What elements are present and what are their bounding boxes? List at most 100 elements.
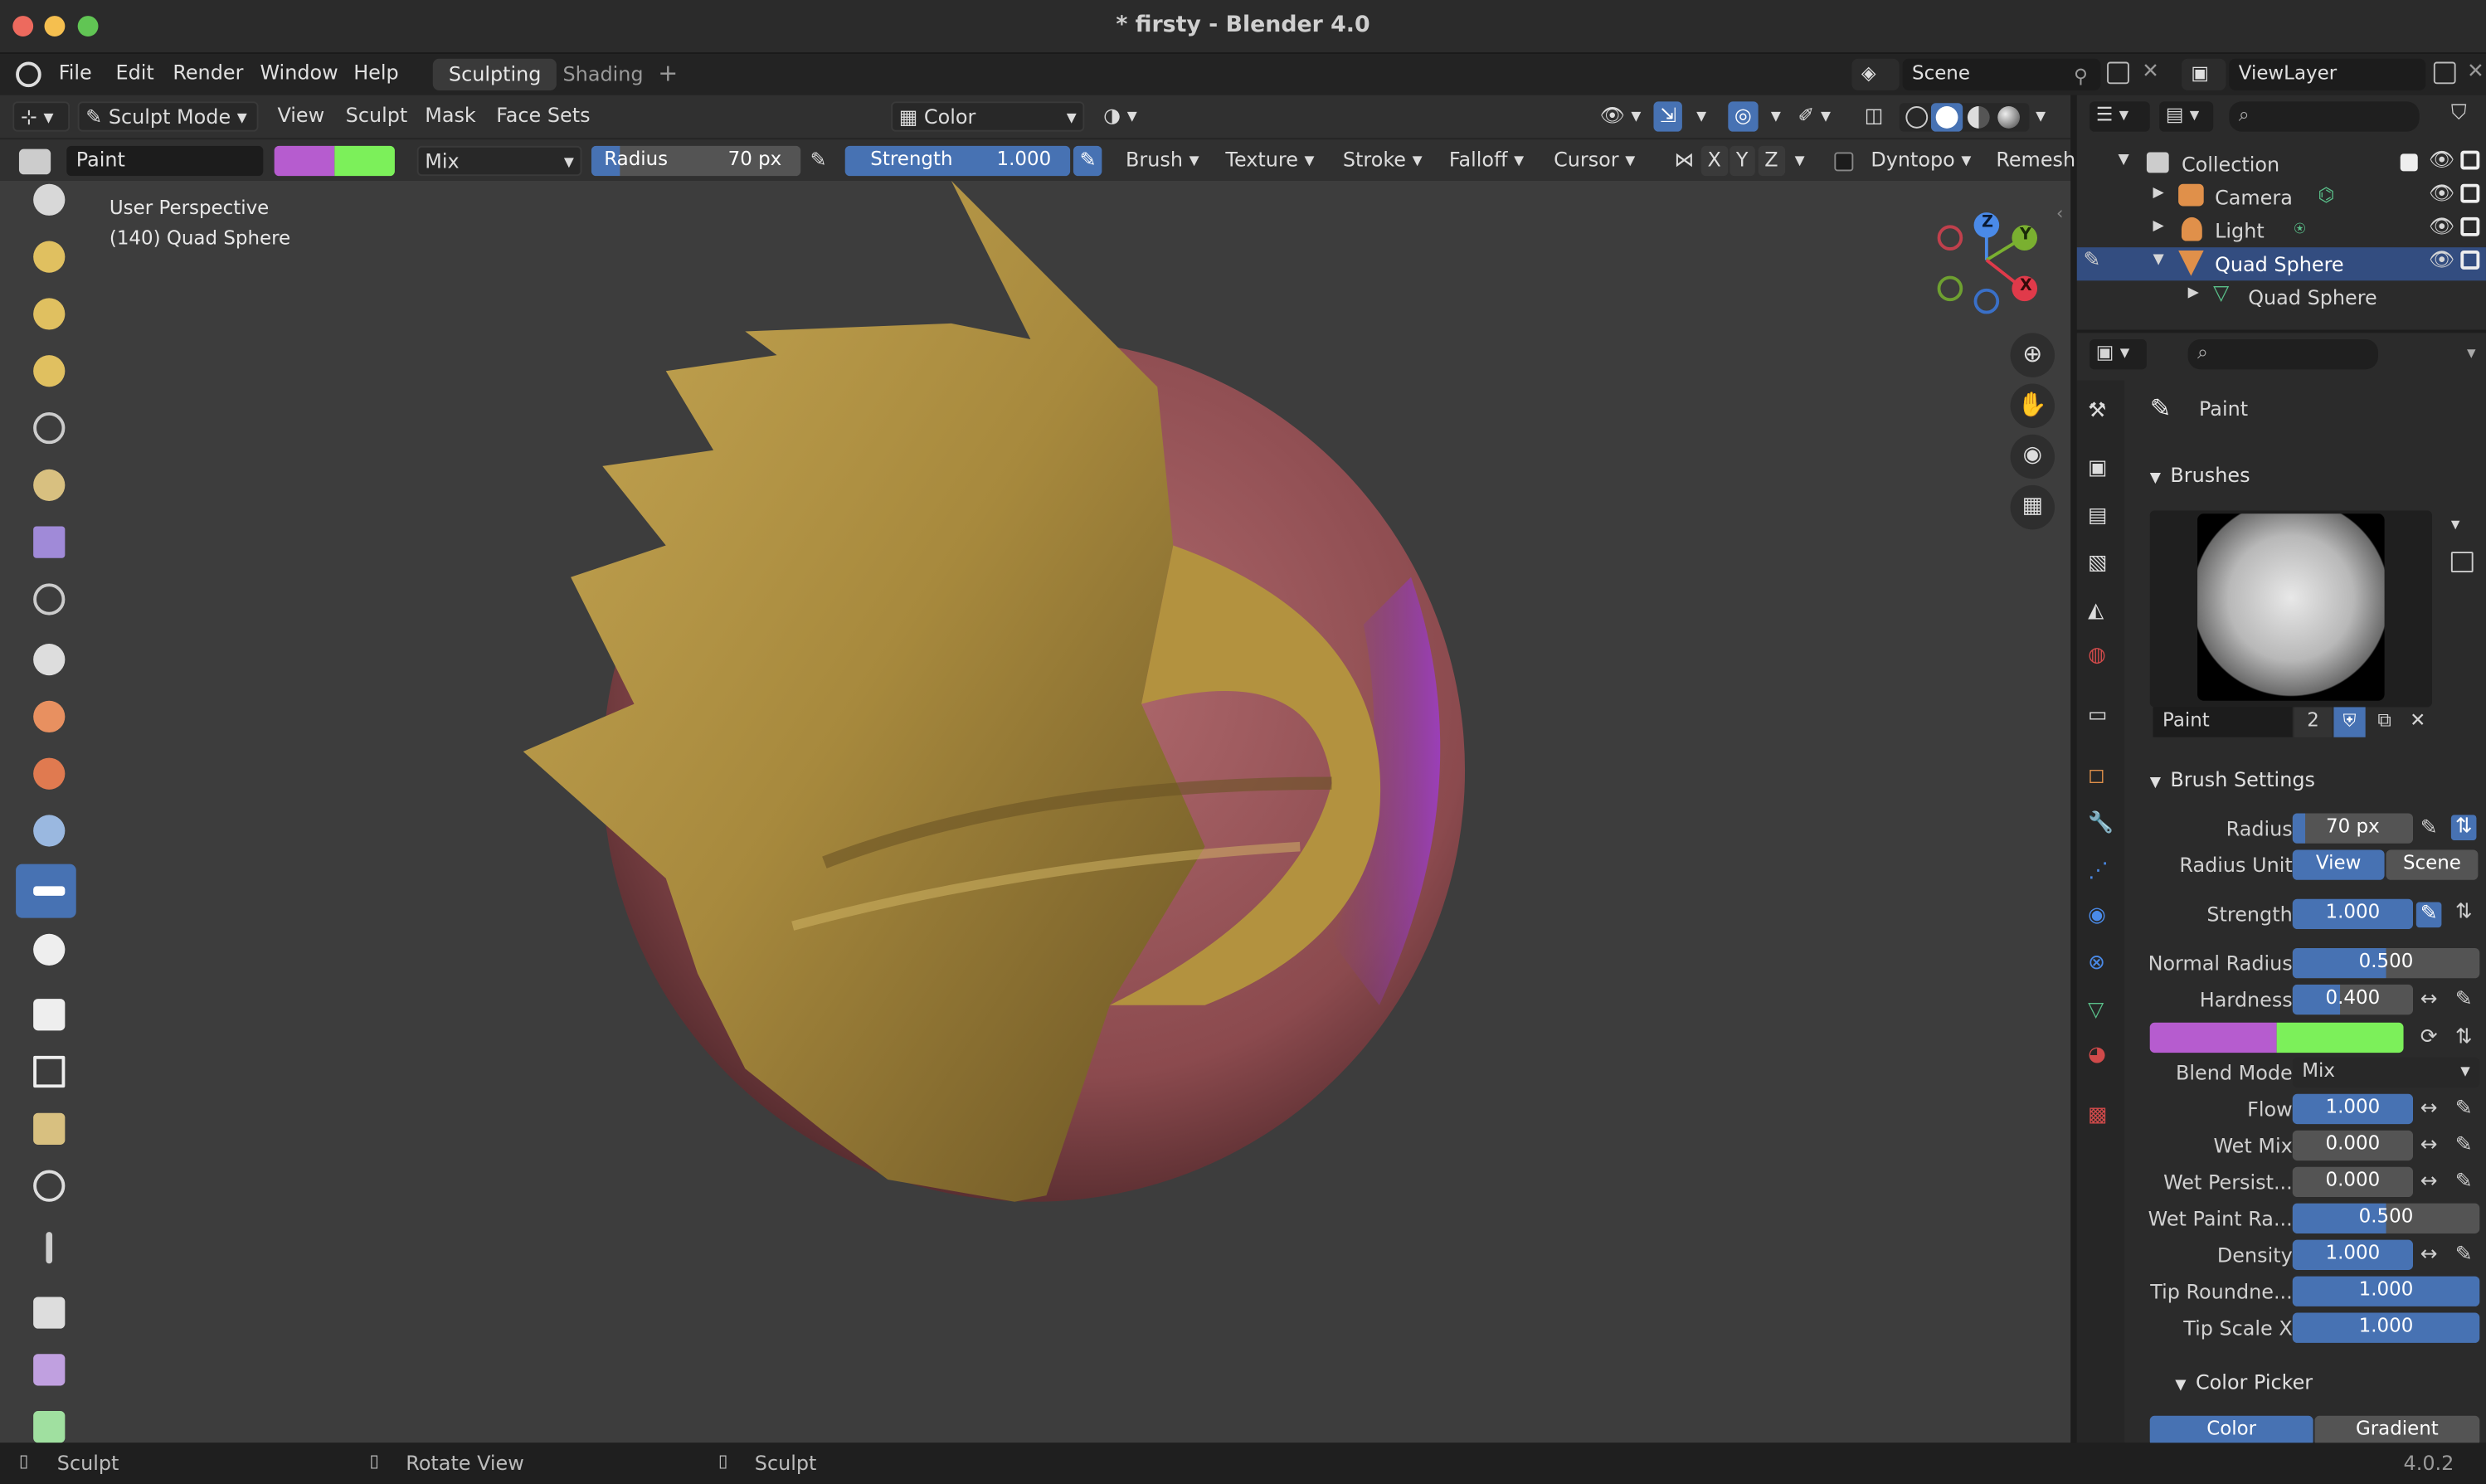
rendered-shading-icon[interactable] <box>1997 106 2020 129</box>
collection-checkbox[interactable] <box>2400 153 2418 172</box>
tool-clay[interactable] <box>16 228 76 282</box>
brush-users-count[interactable]: 2 <box>2294 707 2333 737</box>
world-tab-icon[interactable]: ◍ <box>2088 644 2116 672</box>
wet-mix-invert-icon[interactable]: ↔ <box>2416 1134 2442 1160</box>
view-layer-selector-icon[interactable]: ▣ <box>2181 58 2226 90</box>
menu-file[interactable]: File <box>59 61 92 85</box>
tool-clay-strips[interactable] <box>16 285 76 339</box>
symmetry-dropdown-icon[interactable]: ▾ <box>1788 146 1811 176</box>
radius-pressure-icon[interactable]: ✎ <box>2416 816 2442 842</box>
menu-face-sets[interactable]: Face Sets <box>490 101 597 131</box>
new-view-layer-icon[interactable] <box>2433 61 2456 85</box>
secondary-color-swatch[interactable] <box>334 145 395 177</box>
tool-mask[interactable] <box>16 986 76 1040</box>
pan-hand-icon[interactable]: ✋ <box>2010 383 2055 429</box>
eye-icon[interactable]: 👁 <box>2429 249 2455 273</box>
secondary-color-prop-swatch[interactable] <box>2276 1022 2404 1053</box>
flow-slider[interactable]: 1.000 <box>2292 1093 2413 1125</box>
normal-radius-slider[interactable]: 0.500 <box>2292 947 2480 979</box>
menu-help[interactable]: Help <box>353 61 398 85</box>
brush-preview-frame[interactable] <box>2149 510 2432 708</box>
sidebar-toggle-icon[interactable]: ‹ <box>2056 203 2063 224</box>
add-workspace-button[interactable]: + <box>642 56 693 87</box>
brush-name-field[interactable]: Paint <box>66 145 264 177</box>
eye-icon[interactable]: 👁 <box>2429 182 2455 207</box>
primary-color-prop-swatch[interactable] <box>2149 1022 2277 1053</box>
outliner-row-mesh-data[interactable]: ▶ ▽ Quad Sphere <box>2077 280 2486 314</box>
properties-editor-type-icon[interactable]: ▣ ▾ <box>2090 339 2147 370</box>
remesh-dropdown[interactable]: Remesh <box>1990 146 2082 176</box>
swap-colors-icon[interactable]: ⟳ <box>2416 1026 2442 1052</box>
xray-icon[interactable]: ◫ <box>1858 101 1890 131</box>
shading-dropdown-icon[interactable]: ▾ <box>2029 101 2051 131</box>
tool-thumb[interactable] <box>16 745 76 799</box>
brush-list-dropdown-icon[interactable]: ▾ <box>2451 513 2460 534</box>
brush-dropdown[interactable]: Brush ▾ <box>1119 146 1205 176</box>
object-tab-icon[interactable]: ◻ <box>2088 764 2116 792</box>
tool-smear[interactable] <box>16 921 76 975</box>
filter-icon[interactable]: ⛉ <box>2451 101 2467 125</box>
properties-options-icon[interactable]: ▾ <box>2467 343 2476 363</box>
strength-unified-icon[interactable]: ⇅ <box>2451 901 2477 927</box>
color-picker-header[interactable]: ▼ Color Picker <box>2175 1370 2313 1394</box>
blend-mode-dropdown[interactable]: Mix ▾ <box>416 145 582 177</box>
eye-icon[interactable]: 👁 <box>2429 149 2455 173</box>
outliner-row-camera[interactable]: ▶ Camera ⌬ 👁 <box>2077 181 2486 214</box>
flow-invert-icon[interactable]: ↔ <box>2416 1097 2442 1123</box>
duplicate-brush-icon[interactable]: ⧉ <box>2368 707 2400 737</box>
scene-selector-icon[interactable]: ◈ <box>1851 58 1900 90</box>
wet-persist-pressure-icon[interactable]: ✎ <box>2451 1170 2477 1196</box>
brushes-header[interactable]: ▼ Brushes <box>2150 463 2250 487</box>
menu-mask[interactable]: Mask <box>419 101 483 131</box>
menu-edit[interactable]: Edit <box>116 61 154 85</box>
brush-settings-header[interactable]: ▼ Brush Settings <box>2150 767 2315 791</box>
color-attribute-dropdown[interactable]: ▦ Color ▾ <box>891 101 1085 132</box>
new-scene-icon[interactable] <box>2107 61 2129 85</box>
wet-paint-radius-slider[interactable]: 0.500 <box>2292 1203 2480 1233</box>
physics-tab-icon[interactable]: ◉ <box>2088 903 2116 932</box>
stroke-dropdown[interactable]: Stroke ▾ <box>1336 146 1428 176</box>
cursor-dropdown[interactable]: Cursor ▾ <box>1547 146 1641 176</box>
tool-line-project[interactable] <box>16 1219 76 1273</box>
collapse-icon[interactable]: ▼ <box>2153 252 2164 268</box>
expand-icon[interactable]: ▶ <box>2153 186 2164 202</box>
constraints-tab-icon[interactable]: ⊗ <box>2088 951 2116 980</box>
display-mode-icon[interactable]: ▤ ▾ <box>2159 101 2214 132</box>
brush-name-input[interactable]: Paint <box>2153 707 2293 737</box>
tool-mesh-filter[interactable] <box>16 1284 76 1338</box>
mesh-data-tab-icon[interactable]: ▽ <box>2088 999 2116 1027</box>
3d-viewport[interactable]: User Perspective (140) Quad Sphere Z Y X… <box>0 180 2071 1443</box>
hardness-slider[interactable]: 0.400 <box>2292 984 2413 1015</box>
tool-box-face-set[interactable] <box>16 1100 76 1154</box>
expand-icon[interactable]: ▶ <box>2188 285 2199 301</box>
hardness-pressure-icon[interactable]: ✎ <box>2451 988 2477 1014</box>
tool-pose[interactable] <box>16 802 76 856</box>
tool-tab-icon[interactable]: ⚒ <box>2088 400 2116 428</box>
tool-box-trim[interactable] <box>16 1157 76 1211</box>
outliner-row-quad-sphere[interactable]: ▼ Quad Sphere 👁 <box>2076 247 2486 281</box>
expand-icon[interactable]: ▶ <box>2153 219 2164 235</box>
radius-unit-scene-button[interactable]: Scene <box>2386 849 2479 880</box>
view-layer-tab-icon[interactable]: ▧ <box>2088 552 2116 580</box>
tool-box-mask[interactable] <box>16 1044 76 1097</box>
tab-sculpting[interactable]: Sculpting <box>432 58 557 90</box>
color-picker-color-tab[interactable]: Color <box>2149 1415 2313 1447</box>
brush-image-icon[interactable] <box>2450 552 2474 572</box>
overlays-toggle-icon[interactable]: ◎ <box>1728 101 1759 132</box>
flow-pressure-icon[interactable]: ✎ <box>2451 1097 2477 1123</box>
pin-icon[interactable]: ⚲ <box>2074 65 2088 87</box>
falloff-dropdown[interactable]: Falloff ▾ <box>1442 146 1530 176</box>
strength-pressure-icon[interactable]: ✎ <box>2415 902 2442 928</box>
density-pressure-icon[interactable]: ✎ <box>2451 1243 2477 1268</box>
tip-scale-x-slider[interactable]: 1.000 <box>2292 1312 2480 1343</box>
tip-roundness-slider[interactable]: 1.000 <box>2292 1276 2480 1306</box>
scene-tab-icon[interactable]: ◭ <box>2088 599 2116 627</box>
wet-mix-pressure-icon[interactable]: ✎ <box>2451 1134 2477 1160</box>
wet-mix-slider[interactable]: 0.000 <box>2292 1130 2413 1161</box>
outliner-search-input[interactable]: ⌕ <box>2229 101 2420 132</box>
strength-pressure-icon[interactable]: ✎ <box>1073 145 1103 177</box>
color-unified-icon[interactable]: ⇅ <box>2451 1026 2477 1052</box>
tool-grab[interactable] <box>16 631 76 685</box>
hardness-invert-icon[interactable]: ↔ <box>2416 988 2442 1014</box>
eye-icon[interactable]: 👁 <box>2429 216 2455 240</box>
